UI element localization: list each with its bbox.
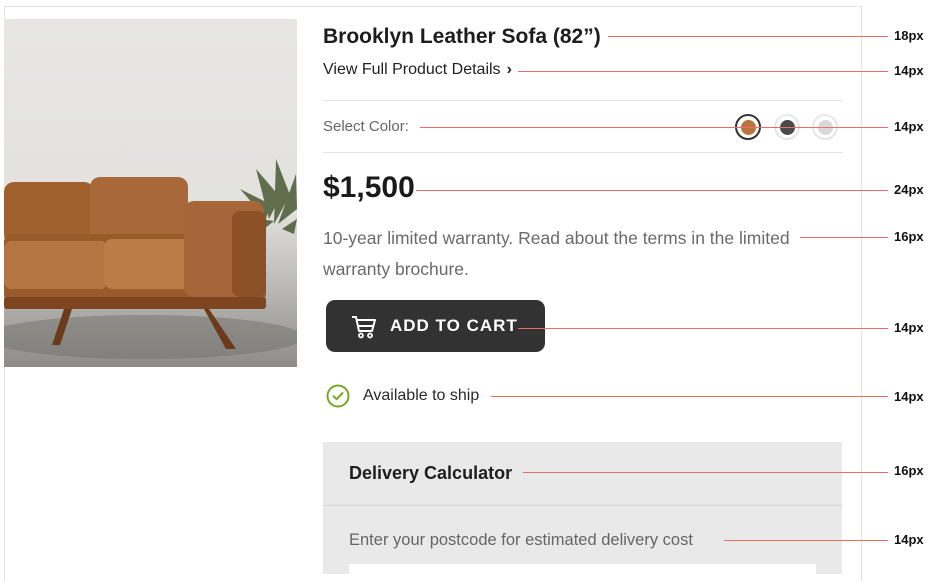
annotation-line bbox=[608, 36, 888, 37]
delivery-calculator: Delivery Calculator Enter your postcode … bbox=[323, 442, 842, 574]
annotation-line bbox=[800, 237, 888, 238]
cart-icon bbox=[352, 316, 376, 339]
annotation-line bbox=[724, 540, 888, 541]
delivery-instructions: Enter your postcode for estimated delive… bbox=[349, 531, 693, 549]
product-title: Brooklyn Leather Sofa (82”) bbox=[323, 25, 601, 48]
check-circle-icon bbox=[326, 384, 350, 408]
divider bbox=[323, 100, 843, 101]
select-color-label: Select Color: bbox=[323, 118, 409, 135]
annotation-details-size: 14px bbox=[894, 63, 924, 78]
annotation-line bbox=[523, 472, 888, 473]
annotation-line bbox=[518, 328, 888, 329]
add-to-cart-button[interactable]: ADD TO CART bbox=[326, 300, 545, 352]
annotation-delivery-instructions-size: 14px bbox=[894, 532, 924, 547]
annotation-delivery-title-size: 16px bbox=[894, 463, 924, 478]
delivery-title: Delivery Calculator bbox=[349, 463, 513, 483]
product-price: $1,500 bbox=[323, 171, 415, 204]
divider bbox=[323, 505, 842, 506]
chevron-right-icon: › bbox=[506, 61, 512, 78]
annotation-line bbox=[416, 190, 888, 191]
annotation-availability-size: 14px bbox=[894, 389, 924, 404]
product-image bbox=[4, 19, 297, 367]
annotation-line bbox=[420, 127, 888, 128]
availability-status: Available to ship bbox=[326, 384, 479, 408]
availability-label: Available to ship bbox=[363, 387, 480, 404]
annotation-line bbox=[491, 396, 888, 397]
sofa-illustration bbox=[4, 159, 297, 359]
warranty-text: 10-year limited warranty. Read about the… bbox=[323, 228, 790, 279]
postcode-input[interactable] bbox=[349, 564, 816, 574]
add-to-cart-label: ADD TO CART bbox=[390, 316, 518, 335]
annotation-line bbox=[518, 71, 888, 72]
annotation-color-size: 14px bbox=[894, 119, 924, 134]
view-details-label: View Full Product Details bbox=[323, 61, 501, 78]
annotation-price-size: 24px bbox=[894, 182, 924, 197]
annotation-warranty-size: 16px bbox=[894, 229, 924, 244]
divider bbox=[323, 152, 843, 153]
view-details-link[interactable]: View Full Product Details › bbox=[323, 61, 512, 79]
annotation-title-size: 18px bbox=[894, 28, 924, 43]
annotation-cart-size: 14px bbox=[894, 320, 924, 335]
